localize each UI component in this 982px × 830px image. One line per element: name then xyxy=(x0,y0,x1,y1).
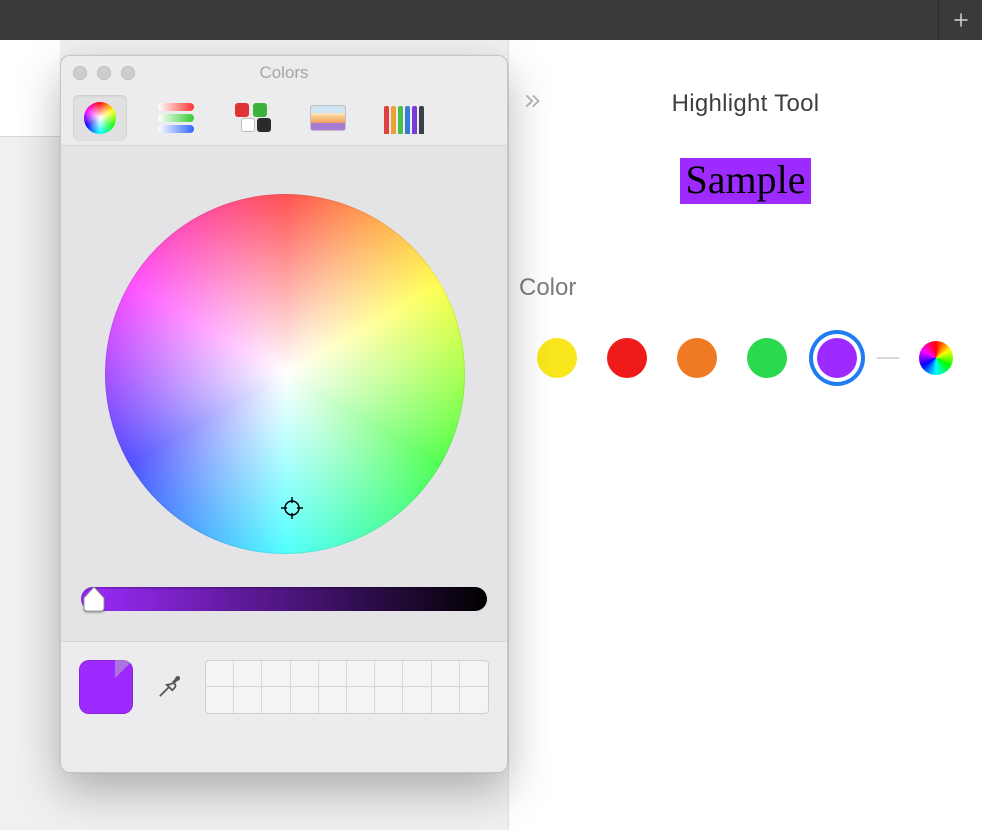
window-traffic-lights xyxy=(73,66,135,80)
saved-swatch-cell[interactable] xyxy=(206,661,234,687)
highlight-swatch-yellow[interactable] xyxy=(537,338,577,378)
colors-window: Colors xyxy=(60,55,508,773)
saved-swatch-cell[interactable] xyxy=(262,661,290,687)
new-tab-button[interactable] xyxy=(938,0,982,40)
saved-swatch-cell[interactable] xyxy=(291,687,319,713)
color-wheel-icon xyxy=(84,102,116,134)
saved-swatch-cell[interactable] xyxy=(319,661,347,687)
color-picker-tabs xyxy=(61,90,507,146)
highlight-color-swatches xyxy=(537,338,982,378)
swatch-divider xyxy=(877,357,899,359)
saved-swatch-cell[interactable] xyxy=(403,661,431,687)
saved-swatch-cell[interactable] xyxy=(291,661,319,687)
window-close-button[interactable] xyxy=(73,66,87,80)
saved-swatch-cell[interactable] xyxy=(460,687,488,713)
saved-swatches-grid xyxy=(205,660,489,714)
saved-swatch-cell[interactable] xyxy=(460,661,488,687)
highlight-swatch-purple[interactable] xyxy=(817,338,857,378)
sample-preview: Sample xyxy=(509,158,982,204)
tab-color-wheel[interactable] xyxy=(73,95,127,141)
highlight-swatch-green[interactable] xyxy=(747,338,787,378)
color-section-label: Color xyxy=(519,274,982,302)
saved-swatch-cell[interactable] xyxy=(375,661,403,687)
sliders-icon xyxy=(158,103,194,133)
color-wheel-area xyxy=(61,146,507,642)
saved-swatch-cell[interactable] xyxy=(262,687,290,713)
highlight-swatch-custom[interactable] xyxy=(919,341,953,375)
inspector-panel: Highlight Tool Sample Color xyxy=(508,40,982,830)
inspector-title: Highlight Tool xyxy=(509,40,982,118)
color-well-row xyxy=(61,642,507,772)
saved-swatch-cell[interactable] xyxy=(347,661,375,687)
saved-swatch-cell[interactable] xyxy=(234,661,262,687)
highlight-swatch-orange[interactable] xyxy=(677,338,717,378)
chevron-right-double-icon xyxy=(521,90,543,112)
saved-swatch-cell[interactable] xyxy=(432,661,460,687)
saved-swatch-cell[interactable] xyxy=(206,687,234,713)
window-minimize-button[interactable] xyxy=(97,66,111,80)
sample-text: Sample xyxy=(680,158,812,204)
eyedropper-icon xyxy=(156,674,182,700)
plus-icon xyxy=(952,11,970,29)
app-tab-bar xyxy=(0,0,982,40)
colors-window-titlebar[interactable]: Colors xyxy=(61,56,507,90)
tab-image-palettes[interactable] xyxy=(301,95,355,141)
pencils-icon xyxy=(384,102,424,134)
tab-pencils[interactable] xyxy=(377,95,431,141)
image-icon xyxy=(310,105,346,131)
window-zoom-button[interactable] xyxy=(121,66,135,80)
saved-swatch-cell[interactable] xyxy=(347,687,375,713)
collapse-inspector-button[interactable] xyxy=(521,90,543,117)
highlight-swatch-red[interactable] xyxy=(607,338,647,378)
brightness-slider-thumb[interactable] xyxy=(83,586,105,612)
current-color-well[interactable] xyxy=(79,660,133,714)
color-wheel[interactable] xyxy=(105,194,465,554)
palettes-icon xyxy=(235,103,269,133)
brightness-slider[interactable] xyxy=(81,587,487,611)
saved-swatch-cell[interactable] xyxy=(375,687,403,713)
saved-swatch-cell[interactable] xyxy=(234,687,262,713)
saved-swatch-cell[interactable] xyxy=(403,687,431,713)
tab-color-sliders[interactable] xyxy=(149,95,203,141)
saved-swatch-cell[interactable] xyxy=(319,687,347,713)
eyedropper-button[interactable] xyxy=(151,660,187,714)
tab-color-palettes[interactable] xyxy=(225,95,279,141)
saved-swatch-cell[interactable] xyxy=(432,687,460,713)
